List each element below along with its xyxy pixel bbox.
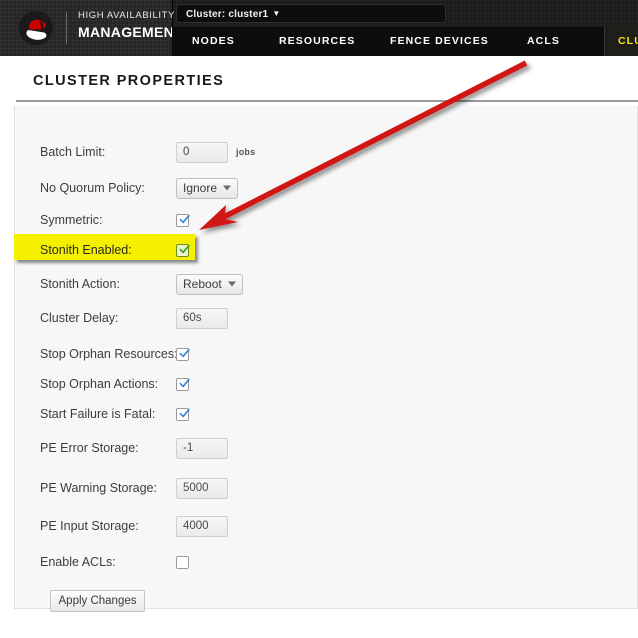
select-dropdown[interactable]: Reboot (176, 273, 243, 295)
field-label: Stonith Action: (40, 277, 120, 291)
field-label: No Quorum Policy: (40, 181, 145, 195)
field-control (176, 514, 228, 538)
form-row: Symmetric: (15, 208, 575, 232)
field-label: Cluster Delay: (40, 311, 119, 325)
chevron-down-icon (223, 185, 232, 191)
checkbox[interactable] (176, 555, 189, 569)
field-label: PE Error Storage: (40, 441, 139, 455)
text-input[interactable] (176, 477, 228, 499)
form-row: Stonith Action: Reboot (15, 272, 575, 296)
form-row: PE Error Storage: (15, 436, 575, 460)
field-control: Ignore (176, 176, 239, 200)
field-label: Batch Limit: (40, 145, 106, 159)
field-control (176, 372, 190, 396)
nav-tab-nodes[interactable]: NODES (192, 27, 258, 56)
checkbox[interactable] (176, 347, 190, 361)
select-dropdown[interactable]: Ignore (176, 177, 239, 199)
field-label: Symmetric: (40, 213, 103, 227)
field-label: PE Input Storage: (40, 519, 139, 533)
field-control: Reboot (176, 272, 243, 296)
form-row: Enable ACLs: (15, 550, 575, 574)
form-row: PE Input Storage: (15, 514, 575, 538)
nav-tab-resources[interactable]: RESOURCES (279, 27, 369, 56)
checkbox[interactable] (176, 213, 190, 227)
field-control (176, 436, 228, 460)
brand-block: HIGH AVAILABILITY MANAGEMENT (0, 0, 183, 56)
title-divider (16, 100, 638, 102)
form-row: Start Failure is Fatal: (15, 402, 575, 426)
field-control (176, 402, 190, 426)
form-row: Batch Limit: jobs (15, 140, 575, 164)
field-label: PE Warning Storage: (40, 481, 157, 495)
brand-line-one: HIGH AVAILABILITY (78, 10, 175, 21)
top-bar: HIGH AVAILABILITY MANAGEMENT Cluster: cl… (0, 0, 638, 56)
main-nav: NODES RESOURCES FENCE DEVICES ACLS CLUSTER P… (172, 27, 638, 56)
cluster-selector-label: Cluster: cluster1 (186, 9, 269, 20)
field-control (176, 550, 189, 574)
form-row: Stonith Enabled: (14, 234, 575, 262)
cluster-properties-panel: Enable ACLs: PE Input Storage: PE Warning … (14, 106, 638, 612)
field-label: Stop Orphan Actions: (40, 377, 159, 391)
checkbox[interactable] (176, 377, 190, 391)
brand-title: HIGH AVAILABILITY MANAGEMENT (78, 11, 183, 39)
select-value: Reboot (183, 277, 222, 291)
text-input[interactable] (176, 437, 228, 459)
text-input[interactable] (176, 141, 228, 163)
form-row: Cluster Delay: (15, 306, 575, 330)
field-control: jobs (176, 140, 255, 164)
apply-changes-button[interactable]: Apply Changes (50, 590, 145, 612)
field-control (176, 238, 190, 262)
chevron-down-icon (227, 281, 236, 287)
field-label: Start Failure is Fatal: (40, 407, 156, 421)
field-control (176, 342, 190, 366)
checkbox[interactable] (176, 407, 190, 421)
field-label: Stop Orphan Resources: (40, 347, 178, 361)
field-label: Enable ACLs: (40, 555, 116, 569)
nav-tab-cluster-properties[interactable]: CLUSTER PROPERTIES (604, 27, 638, 56)
unit-label: jobs (236, 147, 256, 157)
field-control (176, 476, 228, 500)
field-control (176, 306, 228, 330)
field-control (176, 208, 190, 232)
chevron-down-icon: ▼ (272, 9, 281, 18)
form-row: Stop Orphan Actions: (15, 372, 575, 396)
field-label: Stonith Enabled: (40, 243, 132, 257)
select-value: Ignore (183, 181, 218, 195)
brand-line-two: MANAGEMENT (78, 23, 183, 40)
brand-divider (66, 12, 67, 44)
redhat-shadowman-logo-icon (16, 10, 56, 46)
page-title: CLUSTER PROPERTIES (33, 73, 225, 89)
form-row: Stop Orphan Resources: (15, 342, 575, 366)
checkbox[interactable] (176, 243, 190, 257)
form-row: No Quorum Policy: Ignore (15, 176, 575, 200)
nav-tab-fence-devices[interactable]: FENCE DEVICES (390, 27, 506, 56)
form-row: PE Warning Storage: (15, 476, 575, 500)
nav-tab-acls[interactable]: ACLS (527, 27, 583, 56)
text-input[interactable] (176, 307, 228, 329)
cluster-selector[interactable]: Cluster: cluster1 ▼ (176, 4, 446, 23)
text-input[interactable] (176, 515, 228, 537)
